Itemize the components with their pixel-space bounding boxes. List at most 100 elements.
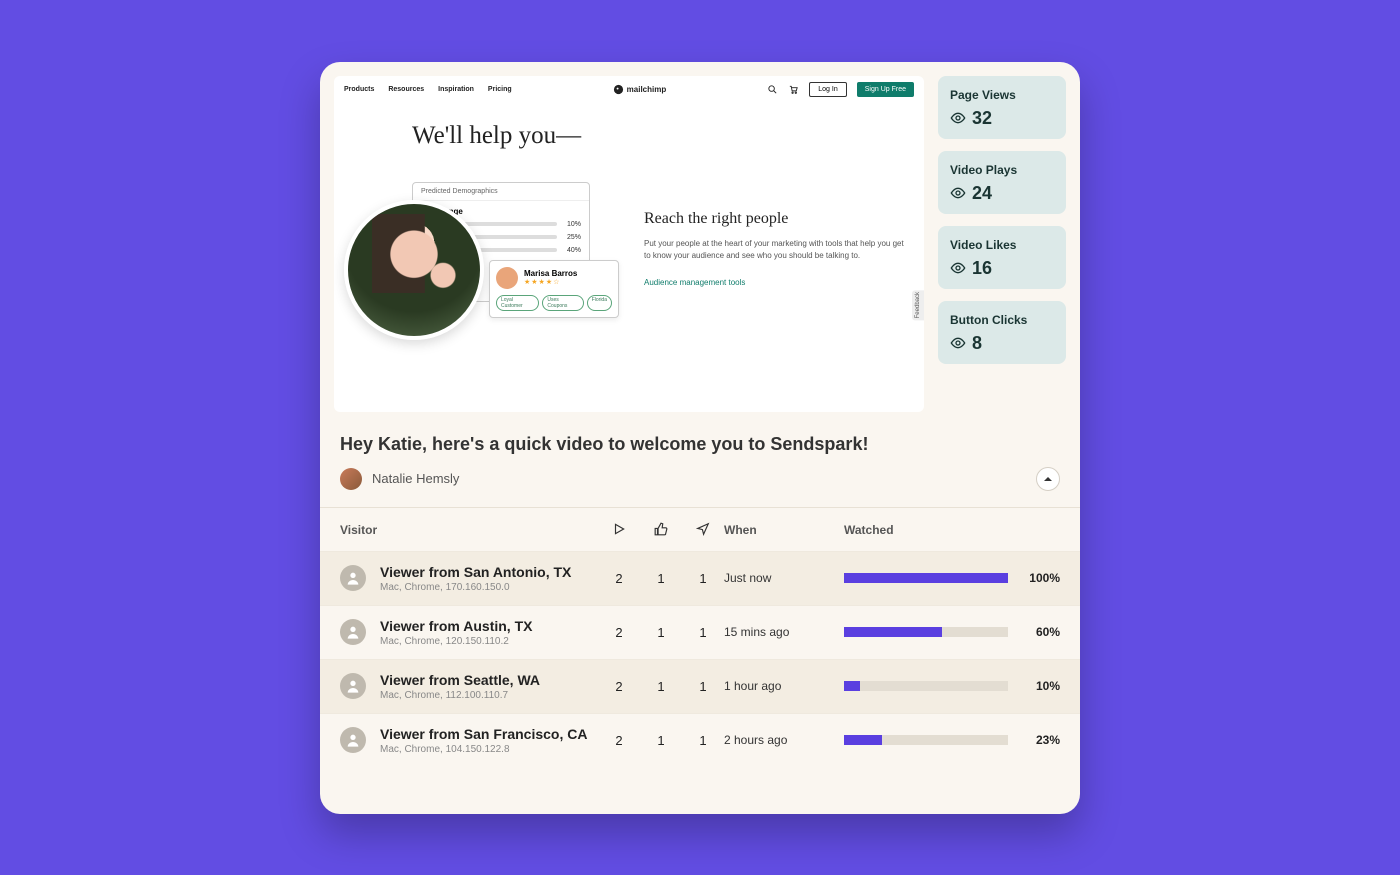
visitor-title: Viewer from Austin, TX bbox=[380, 618, 598, 634]
table-row[interactable]: Viewer from San Francisco, CA Mac, Chrom… bbox=[320, 713, 1080, 767]
customer-name: Marisa Barros bbox=[524, 269, 577, 278]
watched-progress bbox=[844, 627, 1008, 637]
watched-progress bbox=[844, 573, 1008, 583]
header-play-icon bbox=[598, 522, 640, 539]
signup-button[interactable]: Sign Up Free bbox=[857, 82, 914, 97]
watched-percent: 10% bbox=[1020, 679, 1060, 693]
presenter-avatar bbox=[344, 200, 484, 340]
play-count: 2 bbox=[598, 625, 640, 640]
table-row[interactable]: Viewer from Seattle, WA Mac, Chrome, 112… bbox=[320, 659, 1080, 713]
stat-value: 8 bbox=[972, 333, 982, 354]
send-count: 1 bbox=[682, 625, 724, 640]
watched-percent: 100% bbox=[1020, 571, 1060, 585]
watched-percent: 60% bbox=[1020, 625, 1060, 639]
send-count: 1 bbox=[682, 571, 724, 586]
feedback-tab[interactable]: Feedback bbox=[912, 290, 924, 320]
when-text: 2 hours ago bbox=[724, 733, 844, 747]
stat-value: 24 bbox=[972, 183, 992, 204]
like-count: 1 bbox=[640, 679, 682, 694]
nav-products[interactable]: Products bbox=[344, 86, 374, 93]
author-avatar bbox=[340, 468, 362, 490]
watched-progress-fill bbox=[844, 735, 882, 745]
visitor-avatar-icon bbox=[340, 673, 366, 699]
copy-link[interactable]: Audience management tools bbox=[644, 278, 745, 287]
customer-tag: Loyal Customer bbox=[496, 295, 539, 311]
cart-icon[interactable] bbox=[788, 84, 799, 95]
play-count: 2 bbox=[598, 733, 640, 748]
when-text: 15 mins ago bbox=[724, 625, 844, 639]
collapse-button[interactable] bbox=[1036, 467, 1060, 491]
play-count: 2 bbox=[598, 571, 640, 586]
table-header: Visitor When Watched bbox=[320, 507, 1080, 551]
chevron-up-icon bbox=[1043, 474, 1053, 484]
customer-avatar bbox=[496, 267, 518, 289]
mailchimp-logo-icon bbox=[613, 84, 624, 95]
send-count: 1 bbox=[682, 733, 724, 748]
preview-nav: Products Resources Inspiration Pricing m… bbox=[334, 76, 924, 104]
author-row: Natalie Hemsly bbox=[340, 467, 1060, 491]
visitor-meta: Mac, Chrome, 112.100.110.7 bbox=[380, 690, 598, 701]
table-row[interactable]: Viewer from Austin, TX Mac, Chrome, 120.… bbox=[320, 605, 1080, 659]
header-watched: Watched bbox=[844, 523, 1060, 537]
like-count: 1 bbox=[640, 733, 682, 748]
nav-resources[interactable]: Resources bbox=[388, 86, 424, 93]
header-like-icon bbox=[640, 522, 682, 539]
header-when: When bbox=[724, 523, 844, 537]
copy-heading: Reach the right people bbox=[644, 210, 904, 228]
table-row[interactable]: Viewer from San Antonio, TX Mac, Chrome,… bbox=[320, 551, 1080, 605]
customer-tag: Uses Coupons bbox=[542, 295, 583, 311]
author-name: Natalie Hemsly bbox=[372, 471, 459, 486]
stat-label: Video Likes bbox=[950, 238, 1054, 252]
send-count: 1 bbox=[682, 679, 724, 694]
watched-progress-fill bbox=[844, 573, 1008, 583]
preview-hero-text: We'll help you— bbox=[334, 104, 924, 150]
visitor-meta: Mac, Chrome, 170.160.150.0 bbox=[380, 582, 598, 593]
demographics-value: 40% bbox=[563, 247, 581, 254]
stat-card: Video Plays 24 bbox=[938, 151, 1066, 214]
login-button[interactable]: Log In bbox=[809, 82, 846, 97]
preview-copy: Reach the right people Put your people a… bbox=[644, 210, 904, 290]
stat-label: Video Plays bbox=[950, 163, 1054, 177]
demographics-value: 25% bbox=[563, 234, 581, 241]
stat-label: Page Views bbox=[950, 88, 1054, 102]
watched-progress-fill bbox=[844, 627, 942, 637]
star-rating-icon: ★★★★☆ bbox=[524, 278, 577, 286]
demographics-title: Predicted Demographics bbox=[413, 183, 589, 201]
when-text: Just now bbox=[724, 571, 844, 585]
stat-card: Page Views 32 bbox=[938, 76, 1066, 139]
visitor-meta: Mac, Chrome, 120.150.110.2 bbox=[380, 636, 598, 647]
preview-nav-links: Products Resources Inspiration Pricing bbox=[344, 86, 512, 93]
watched-progress bbox=[844, 735, 1008, 745]
like-count: 1 bbox=[640, 571, 682, 586]
stat-card: Video Likes 16 bbox=[938, 226, 1066, 289]
eye-icon bbox=[950, 110, 966, 126]
visitor-title: Viewer from San Antonio, TX bbox=[380, 564, 598, 580]
visitor-avatar-icon bbox=[340, 727, 366, 753]
search-icon[interactable] bbox=[767, 84, 778, 95]
website-preview: Products Resources Inspiration Pricing m… bbox=[334, 76, 924, 412]
eye-icon bbox=[950, 260, 966, 276]
visitor-title: Viewer from San Francisco, CA bbox=[380, 726, 598, 742]
demographics-value: 10% bbox=[563, 221, 581, 228]
analytics-card: Products Resources Inspiration Pricing m… bbox=[320, 62, 1080, 814]
when-text: 1 hour ago bbox=[724, 679, 844, 693]
visitor-table: Visitor When Watched Viewer from San Ant… bbox=[320, 507, 1080, 767]
brand-text: mailchimp bbox=[627, 85, 667, 94]
greeting-block: Hey Katie, here's a quick video to welco… bbox=[320, 412, 1080, 501]
visitor-title: Viewer from Seattle, WA bbox=[380, 672, 598, 688]
watched-percent: 23% bbox=[1020, 733, 1060, 747]
play-count: 2 bbox=[598, 679, 640, 694]
nav-pricing[interactable]: Pricing bbox=[488, 86, 512, 93]
nav-inspiration[interactable]: Inspiration bbox=[438, 86, 474, 93]
preview-actions: Log In Sign Up Free bbox=[767, 82, 914, 97]
eye-icon bbox=[950, 335, 966, 351]
visitor-avatar-icon bbox=[340, 619, 366, 645]
visitor-avatar-icon bbox=[340, 565, 366, 591]
stat-label: Button Clicks bbox=[950, 313, 1054, 327]
preview-brand: mailchimp bbox=[613, 84, 667, 95]
header-visitor: Visitor bbox=[340, 523, 598, 537]
header-send-icon bbox=[682, 522, 724, 539]
greeting-text: Hey Katie, here's a quick video to welco… bbox=[340, 434, 1060, 455]
copy-body: Put your people at the heart of your mar… bbox=[644, 238, 904, 262]
stat-value: 16 bbox=[972, 258, 992, 279]
